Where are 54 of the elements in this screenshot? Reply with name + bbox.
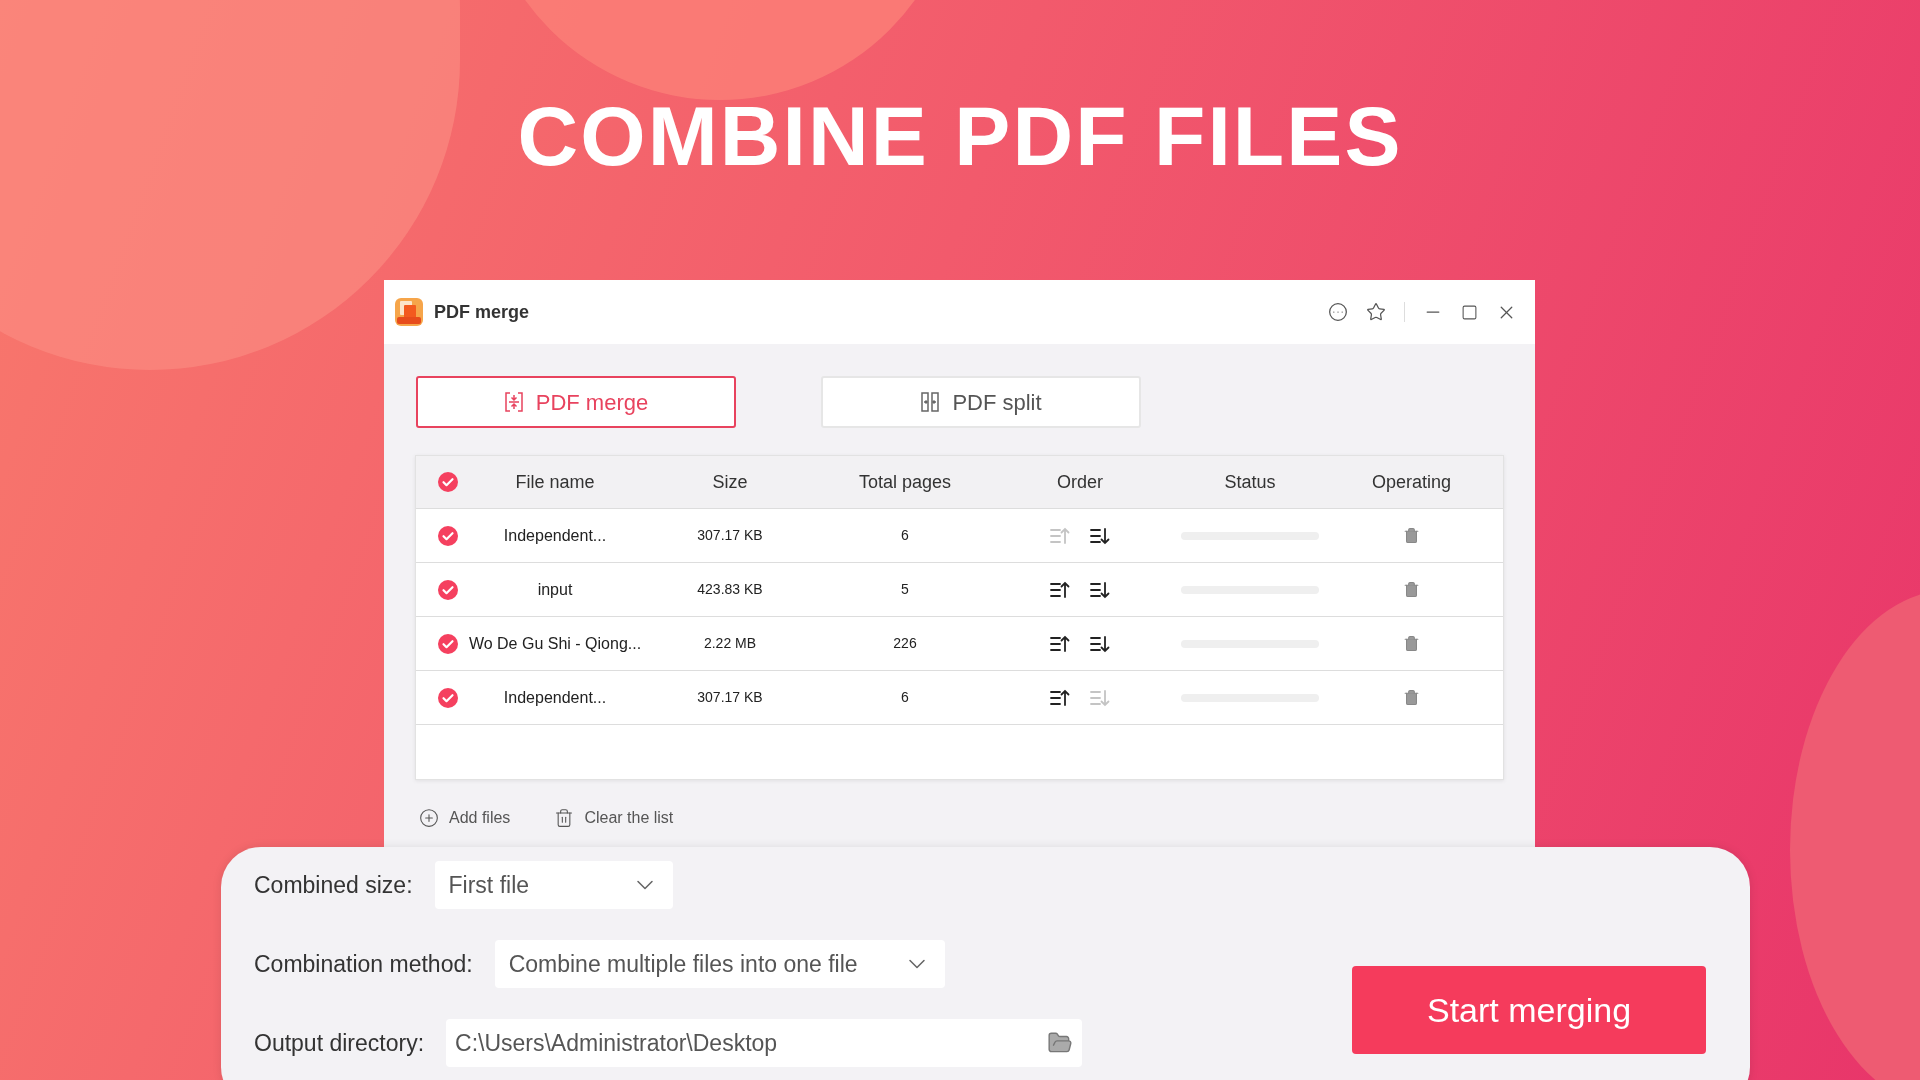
move-down-icon[interactable]: [1089, 633, 1111, 654]
clear-list-button[interactable]: Clear the list: [554, 806, 674, 830]
start-merging-button[interactable]: Start merging: [1352, 966, 1706, 1054]
table-cell-text: Wo De Gu Shi - Qiong...: [468, 633, 642, 654]
row-checkbox[interactable]: [438, 633, 458, 654]
add-icon: [419, 808, 439, 828]
table-cell-text: 226: [893, 634, 917, 653]
table-cell-text: 2.22 MB: [703, 634, 757, 653]
move-up-icon[interactable]: [1049, 579, 1071, 600]
row-checkbox[interactable]: [438, 579, 458, 600]
table-cell-text: 423.83 KB: [697, 580, 763, 599]
app-logo-icon: [394, 297, 424, 327]
combined-size-label: Combined size:: [254, 870, 413, 900]
combination-method-dropdown[interactable]: Combine multiple files into one file: [494, 940, 945, 988]
move-down-icon[interactable]: [1089, 579, 1111, 600]
combination-method-label: Combination method:: [254, 949, 473, 979]
feedback-icon[interactable]: [1328, 302, 1348, 322]
table-cell-text: 307.17 KB: [697, 688, 763, 707]
table-cell-text: 6: [901, 688, 909, 707]
maximize-icon[interactable]: [1461, 303, 1478, 321]
move-down-icon[interactable]: [1089, 525, 1111, 546]
output-directory-field[interactable]: C:\Users\Administrator\Desktop: [446, 1019, 1083, 1067]
split-icon: [920, 392, 941, 412]
tab[interactable]: PDF split: [821, 376, 1141, 428]
table-cell-text: 6: [901, 526, 909, 545]
delete-icon[interactable]: [1403, 635, 1420, 652]
delete-icon[interactable]: [1403, 581, 1420, 598]
headline: COMBINE PDF FILES: [517, 88, 1403, 185]
table-cell-text: Independent...: [503, 525, 607, 546]
column-header: Order: [1057, 470, 1103, 494]
delete-icon[interactable]: [1403, 689, 1420, 706]
move-up-icon[interactable]: [1049, 633, 1071, 654]
combined-size-dropdown[interactable]: First file: [434, 861, 673, 909]
column-header: Status: [1224, 470, 1276, 494]
table-cell-text: 307.17 KB: [697, 526, 763, 545]
table-cell-text: input: [537, 579, 573, 600]
column-header: Total pages: [858, 470, 952, 494]
move-up-icon[interactable]: [1049, 687, 1071, 708]
delete-icon[interactable]: [1403, 527, 1420, 544]
row-checkbox[interactable]: [438, 687, 458, 708]
row-checkbox[interactable]: [438, 525, 458, 546]
merge-icon: [503, 392, 524, 412]
table-cell-text: Independent...: [503, 687, 607, 708]
column-header: Operating: [1371, 470, 1452, 494]
column-header: Size: [712, 470, 748, 494]
select-all-checkbox[interactable]: [438, 472, 458, 492]
tab[interactable]: PDF merge: [416, 376, 736, 428]
output-directory-label: Output directory:: [254, 1028, 425, 1058]
trash-icon: [554, 808, 575, 828]
column-header: File name: [515, 470, 595, 494]
window-title: PDF merge: [434, 300, 530, 324]
add-files-button[interactable]: Add files: [419, 806, 511, 830]
table-cell-text: 5: [901, 580, 909, 599]
star-icon[interactable]: [1366, 302, 1386, 322]
